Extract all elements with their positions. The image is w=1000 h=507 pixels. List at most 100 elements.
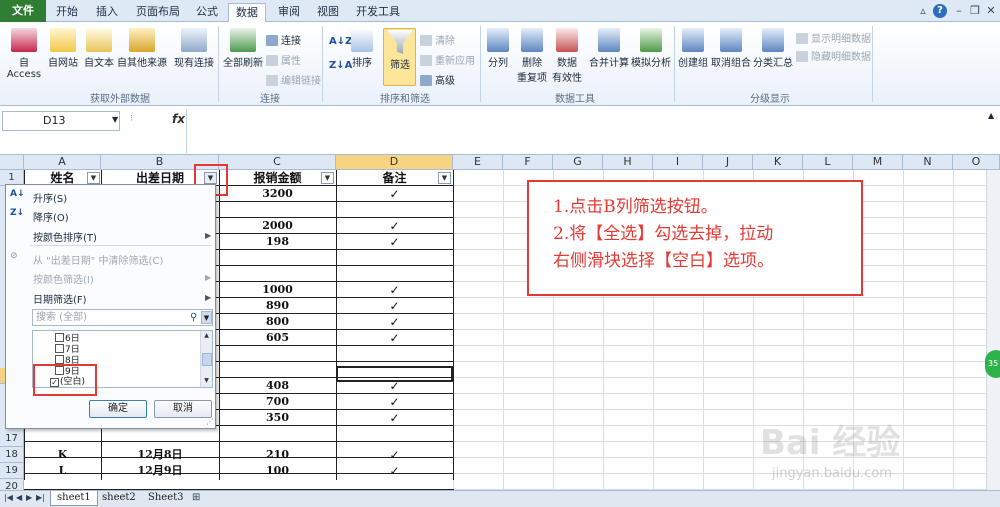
cell-note-l[interactable]: ✓: [336, 463, 453, 479]
consolidate-button[interactable]: 合并计算: [588, 28, 630, 69]
cell-amount[interactable]: 605: [219, 330, 336, 346]
name-box[interactable]: D13: [2, 111, 120, 131]
cell-amount[interactable]: [219, 202, 336, 218]
cell-amount[interactable]: [219, 346, 336, 362]
restore-icon[interactable]: ❐: [968, 4, 982, 18]
checkbox-icon[interactable]: [55, 344, 64, 353]
row-header-19[interactable]: 19: [0, 463, 24, 479]
row-header-18[interactable]: 18: [0, 447, 24, 463]
refresh-all-button[interactable]: 全部刷新: [222, 28, 264, 69]
from-text-button[interactable]: 自文本: [82, 28, 116, 69]
cell-note-k[interactable]: ✓: [336, 447, 453, 463]
cell-amount[interactable]: 2000: [219, 218, 336, 234]
cell-name-k[interactable]: K: [24, 447, 101, 463]
scroll-thumb[interactable]: [202, 353, 212, 366]
search-dropdown-icon[interactable]: ▼: [201, 311, 212, 324]
insert-function-icon[interactable]: fx: [172, 112, 185, 126]
select-all-corner[interactable]: [0, 155, 24, 170]
cell-amount[interactable]: 408: [219, 378, 336, 394]
filter-dropdown-a-icon[interactable]: ▼: [87, 172, 100, 184]
header-cell-note[interactable]: 备注: [336, 170, 453, 186]
row-header-17[interactable]: 17: [0, 431, 24, 447]
cell-name-l[interactable]: L: [24, 463, 101, 479]
existing-connections-button[interactable]: 现有连接: [172, 28, 216, 69]
advanced-filter-button[interactable]: 高级: [420, 72, 455, 87]
filter-search-input[interactable]: 搜索 (全部): [32, 309, 213, 326]
active-cell-d13[interactable]: [336, 366, 453, 382]
tab-file[interactable]: 文件: [0, 0, 46, 22]
cell-note-check[interactable]: ✓: [336, 330, 453, 346]
cell-amount[interactable]: 700: [219, 394, 336, 410]
cell-amount[interactable]: 890: [219, 298, 336, 314]
search-icon[interactable]: ⚲: [190, 312, 197, 323]
filter-button[interactable]: 筛选: [384, 30, 416, 71]
edit-links-button[interactable]: 编辑链接: [266, 72, 321, 87]
next-sheet-icon[interactable]: ▶: [26, 493, 32, 502]
cell-amount[interactable]: [219, 250, 336, 266]
sheet-tab-sheet3[interactable]: Sheet3: [142, 491, 190, 506]
scroll-up-icon[interactable]: ▲: [201, 331, 212, 341]
list-item[interactable]: 6日: [55, 333, 80, 344]
column-header-l[interactable]: L: [803, 155, 853, 170]
cell-note-check[interactable]: ✓: [336, 410, 453, 426]
cell-amount[interactable]: 350: [219, 410, 336, 426]
formula-input[interactable]: [186, 109, 986, 153]
cell-note-check[interactable]: ✓: [336, 314, 453, 330]
filter-dropdown-d-icon[interactable]: ▼: [438, 172, 451, 184]
cell-date-k[interactable]: 12月8日: [101, 447, 219, 463]
column-header-f[interactable]: F: [503, 155, 553, 170]
column-header-h[interactable]: H: [603, 155, 653, 170]
show-detail-button[interactable]: 显示明细数据: [796, 30, 871, 45]
expand-formula-bar-icon[interactable]: ▲: [988, 111, 994, 120]
text-to-columns-button[interactable]: 分列: [484, 28, 512, 69]
insert-sheet-icon[interactable]: ⊞: [192, 492, 200, 503]
cell-note-check[interactable]: ✓: [336, 394, 453, 410]
from-access-button[interactable]: 自 Access: [2, 28, 46, 80]
data-validation-button[interactable]: 数据 有效性: [550, 28, 584, 84]
column-header-o[interactable]: O: [953, 155, 1000, 170]
group-button[interactable]: 创建组: [676, 28, 710, 69]
reapply-button[interactable]: 重新应用: [420, 52, 475, 67]
column-header-c[interactable]: C: [219, 155, 336, 170]
cell-amount[interactable]: 198: [219, 234, 336, 250]
tab-developer[interactable]: 开发工具: [354, 3, 402, 22]
tab-view[interactable]: 视图: [313, 3, 343, 22]
cell-amount[interactable]: [219, 362, 336, 378]
cell-date-l[interactable]: 12月9日: [101, 463, 219, 479]
list-scrollbar[interactable]: ▲ ▼: [200, 331, 212, 387]
cell-amount[interactable]: 800: [219, 314, 336, 330]
menu-clear-filter[interactable]: 从 "出差日期" 中清除筛选(C): [33, 252, 163, 267]
tab-data[interactable]: 数据: [228, 3, 266, 23]
column-header-j[interactable]: J: [703, 155, 753, 170]
sort-button[interactable]: 排序: [348, 28, 376, 69]
menu-sort-by-color[interactable]: 按颜色排序(T): [33, 229, 97, 244]
cell-note-check[interactable]: ✓: [336, 282, 453, 298]
prev-sheet-icon[interactable]: ◀: [16, 493, 22, 502]
column-header-n[interactable]: N: [903, 155, 953, 170]
header-cell-amount[interactable]: 报销金额: [219, 170, 336, 186]
column-header-k[interactable]: K: [753, 155, 803, 170]
cell-amount-l[interactable]: 100: [219, 463, 336, 479]
vertical-scrollbar[interactable]: [986, 170, 1000, 490]
clear-filter-button[interactable]: 清除: [420, 32, 455, 47]
scroll-down-icon[interactable]: ▼: [201, 376, 212, 386]
cell-amount-k[interactable]: 210: [219, 447, 336, 463]
cell-note-check[interactable]: ✓: [336, 234, 453, 250]
cell-amount[interactable]: [219, 266, 336, 282]
last-sheet-icon[interactable]: ▶|: [36, 493, 45, 502]
tab-formulas[interactable]: 公式: [192, 3, 222, 22]
row-header-20[interactable]: 20: [0, 479, 24, 490]
ungroup-button[interactable]: 取消组合: [710, 28, 752, 69]
tab-review[interactable]: 审阅: [274, 3, 304, 22]
subtotal-button[interactable]: 分类汇总: [752, 28, 794, 69]
resize-grip-icon[interactable]: ⋰: [206, 417, 214, 426]
hide-detail-button[interactable]: 隐藏明细数据: [796, 48, 871, 63]
menu-sort-ascending[interactable]: 升序(S): [33, 190, 67, 205]
sheet-tab-sheet1[interactable]: sheet1: [50, 491, 98, 506]
minimize-icon[interactable]: –: [952, 4, 966, 18]
column-header-e[interactable]: E: [453, 155, 503, 170]
cell-amount[interactable]: 3200: [219, 186, 336, 202]
remove-duplicates-button[interactable]: 删除 重复项: [515, 28, 549, 84]
menu-filter-by-color[interactable]: 按颜色筛选(I): [33, 271, 94, 286]
menu-sort-descending[interactable]: 降序(O): [33, 209, 69, 224]
